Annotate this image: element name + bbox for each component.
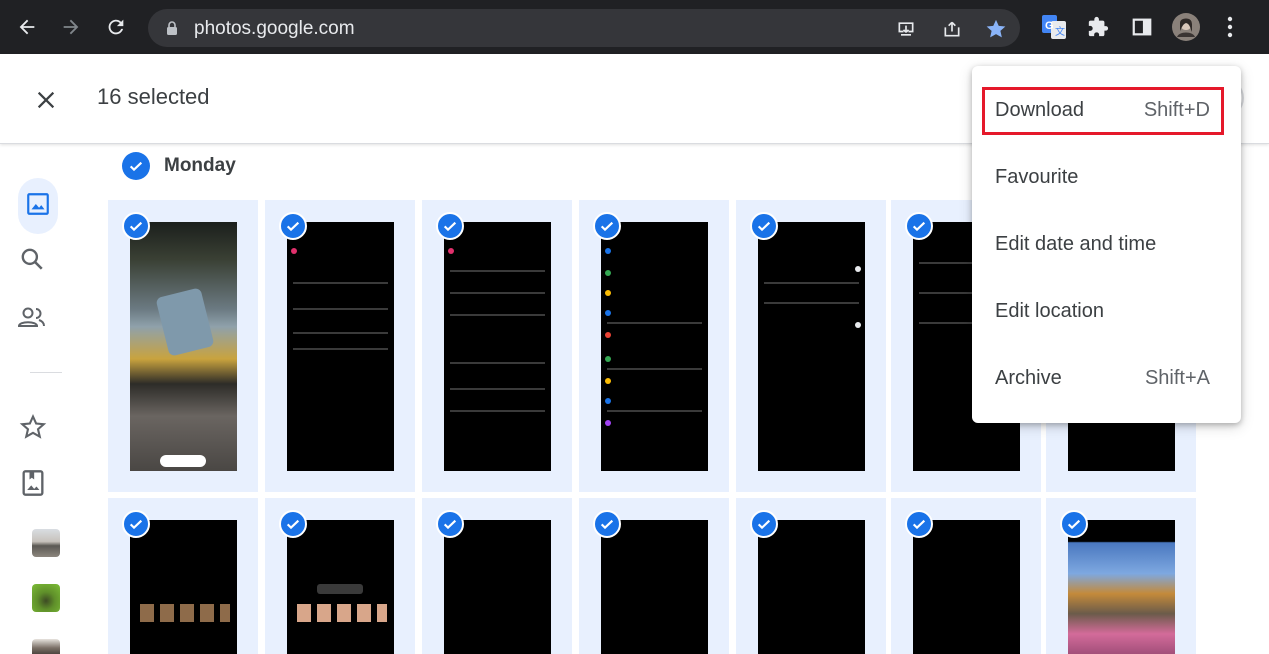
check-icon[interactable] (1060, 510, 1088, 538)
share-icon[interactable] (940, 17, 964, 41)
star-outline-icon (19, 413, 47, 446)
extensions-icon[interactable] (1084, 13, 1112, 41)
photo-tile[interactable] (736, 200, 886, 492)
menu-item-shortcut: Shift+A (1144, 366, 1210, 389)
svg-text:文: 文 (1055, 25, 1065, 38)
photos-icon (25, 191, 51, 222)
photo-thumbnail (130, 520, 237, 654)
check-icon[interactable] (122, 510, 150, 538)
photo-tile[interactable] (422, 200, 572, 492)
sidebar-item-favourites[interactable] (18, 401, 74, 457)
photo-tile[interactable] (108, 498, 258, 654)
album-thumbnail[interactable] (32, 639, 60, 654)
photo-thumbnail (444, 222, 551, 471)
photo-album-icon (21, 469, 45, 502)
day-header: Monday (122, 152, 236, 180)
more-vert-icon[interactable] (1216, 13, 1244, 41)
side-panel-icon[interactable] (1128, 13, 1156, 41)
selection-count: 16 selected (97, 84, 210, 109)
photo-thumbnail (287, 222, 394, 471)
sidebar (0, 145, 92, 654)
day-label: Monday (164, 155, 236, 176)
photo-thumbnail (287, 520, 394, 654)
menu-item-label: Favourite (995, 165, 1079, 188)
back-arrow-icon[interactable] (10, 10, 44, 44)
menu-item-favourite[interactable]: Favourite (972, 152, 1241, 202)
photo-thumbnail (601, 222, 708, 471)
check-icon[interactable] (436, 212, 464, 240)
sidebar-item-albums[interactable] (18, 457, 74, 513)
photo-tile[interactable] (891, 498, 1041, 654)
photo-tile[interactable] (579, 200, 729, 492)
sidebar-item-search[interactable] (18, 233, 74, 289)
check-icon[interactable] (279, 510, 307, 538)
sidebar-divider (30, 372, 62, 373)
browser-toolbar: photos.google.com G文 (0, 0, 1269, 54)
photo-tile[interactable] (1046, 498, 1196, 654)
photo-tile[interactable] (579, 498, 729, 654)
photo-thumbnail (1068, 520, 1175, 654)
address-bar[interactable]: photos.google.com (148, 9, 1020, 47)
photo-tile[interactable] (108, 200, 258, 492)
menu-item-edit-location[interactable]: Edit location (972, 286, 1241, 336)
album-thumbnail[interactable] (32, 529, 60, 557)
forward-arrow-icon[interactable] (54, 10, 88, 44)
close-icon[interactable] (28, 82, 64, 118)
svg-text:G: G (1045, 20, 1054, 32)
url-text: photos.google.com (194, 18, 355, 39)
photo-tile[interactable] (265, 498, 415, 654)
sidebar-item-photos[interactable] (18, 178, 58, 234)
album-thumbnail[interactable] (32, 584, 60, 612)
photo-tile[interactable] (422, 498, 572, 654)
menu-item-label: Edit location (995, 299, 1104, 322)
photo-thumbnail (758, 520, 865, 654)
check-icon[interactable] (750, 212, 778, 240)
check-icon[interactable] (905, 212, 933, 240)
photo-thumbnail (601, 520, 708, 654)
check-icon[interactable] (122, 212, 150, 240)
google-translate-icon[interactable]: G文 (1040, 13, 1068, 41)
check-icon[interactable] (750, 510, 778, 538)
check-icon[interactable] (593, 510, 621, 538)
check-icon[interactable] (905, 510, 933, 538)
menu-item-archive[interactable]: Archive Shift+A (972, 353, 1241, 403)
menu-item-edit-date-time[interactable]: Edit date and time (972, 219, 1241, 269)
check-icon[interactable] (122, 152, 150, 180)
photo-tile[interactable] (736, 498, 886, 654)
menu-item-label: Edit date and time (995, 232, 1157, 255)
people-icon (17, 304, 47, 335)
star-icon[interactable] (984, 17, 1008, 41)
download-highlight-box (982, 87, 1224, 135)
photo-thumbnail (913, 520, 1020, 654)
profile-avatar[interactable] (1172, 13, 1200, 41)
photo-thumbnail (758, 222, 865, 471)
menu-item-label: Archive (995, 366, 1062, 389)
photo-thumbnail (130, 222, 237, 471)
install-icon[interactable] (894, 17, 918, 41)
check-icon[interactable] (279, 212, 307, 240)
photo-tile[interactable] (265, 200, 415, 492)
search-icon (19, 246, 45, 277)
lock-icon[interactable] (166, 21, 178, 41)
check-icon[interactable] (593, 212, 621, 240)
reload-icon[interactable] (99, 10, 133, 44)
photo-thumbnail (444, 520, 551, 654)
sidebar-item-people[interactable] (17, 291, 74, 347)
check-icon[interactable] (436, 510, 464, 538)
